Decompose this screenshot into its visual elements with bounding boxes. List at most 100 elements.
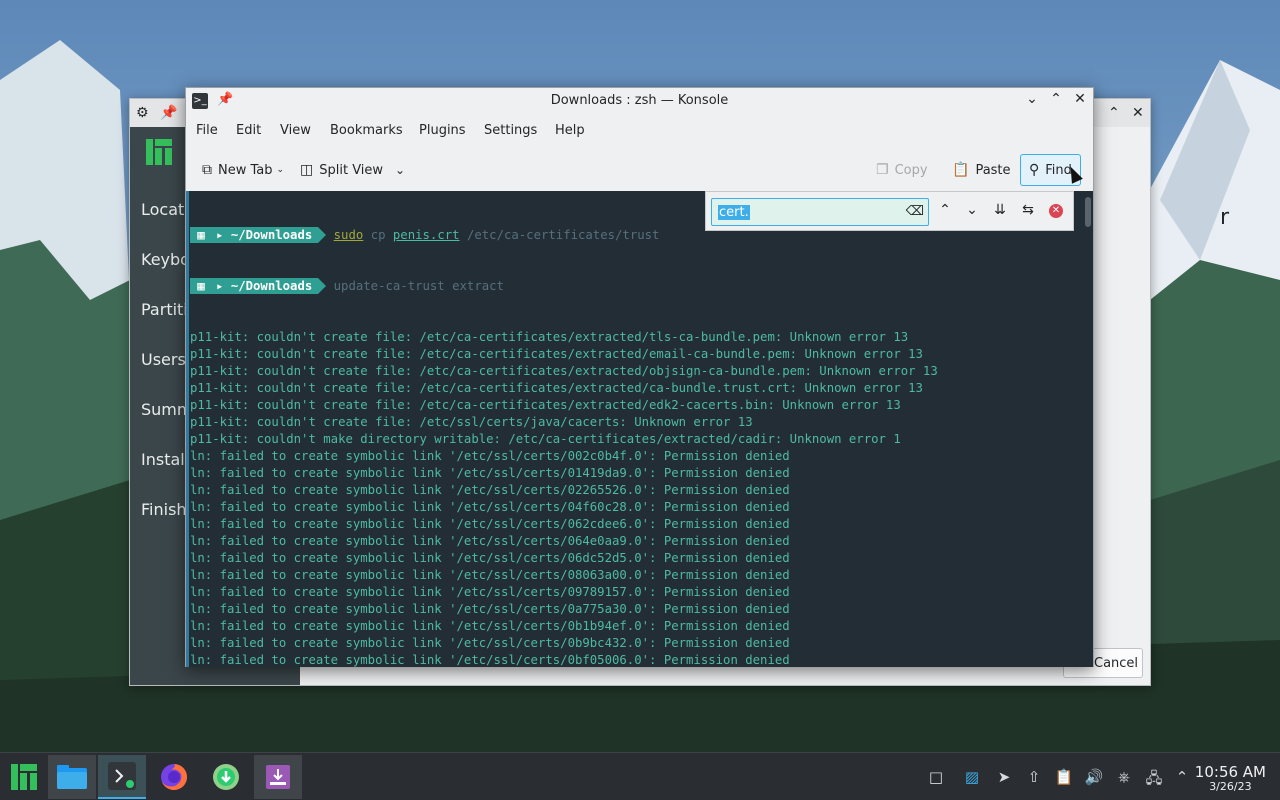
chevron-down-icon: ⌄ (395, 163, 406, 177)
terminal-output-line: ln: failed to create symbolic link '/etc… (190, 449, 790, 463)
close-find-icon[interactable]: ✕ (1049, 204, 1063, 218)
task-file-manager[interactable] (48, 755, 96, 799)
terminal-output-line: ln: failed to create symbolic link '/etc… (190, 517, 790, 531)
close-icon[interactable]: ✕ (1071, 91, 1089, 107)
terminal-output-line: ln: failed to create symbolic link '/etc… (190, 500, 790, 514)
maximize-icon[interactable]: ⌃ (1108, 105, 1120, 121)
folder-icon (57, 765, 87, 789)
terminal-output-line: p11-kit: couldn't make directory writabl… (190, 432, 901, 446)
split-view-button[interactable]: ◫ Split View ⌄ (294, 154, 411, 186)
prompt-line: ▦ ▸ ~/Downloads update-ca-trust extract (190, 278, 938, 295)
firefox-icon (161, 764, 187, 790)
clipboard-icon[interactable]: 📋 (1054, 768, 1074, 786)
task-konsole[interactable] (98, 755, 146, 799)
task-installer[interactable] (254, 755, 302, 799)
new-tab-button[interactable]: ⧉ New Tab ⌄ (196, 154, 290, 186)
menu-help[interactable]: Help (555, 123, 585, 138)
terminal-output-line: p11-kit: couldn't create file: /etc/ca-c… (190, 381, 923, 395)
sidebar-item-partitions: Partiti (141, 300, 188, 319)
terminal-output-line: ln: failed to create symbolic link '/etc… (190, 619, 790, 633)
find-previous-icon[interactable]: ⌃ (935, 202, 955, 218)
konsole-titlebar: >_ 📌 Downloads : zsh — Konsole ⌄ ⌃ ✕ (186, 88, 1093, 114)
installer-app-icon: ⚙ (136, 105, 149, 121)
paste-label: Paste (975, 162, 1011, 178)
chevron-up-icon[interactable]: ⌃ (1172, 768, 1192, 786)
kde-connect-icon[interactable]: ➤ (994, 768, 1014, 786)
terminal-output-line: ln: failed to create symbolic link '/etc… (190, 653, 790, 667)
find-bar: cert. ⌫ ⌃ ⌄ ⇊ ⇆ ✕ (705, 191, 1074, 231)
terminal-output-line: p11-kit: couldn't create file: /etc/ca-c… (190, 364, 938, 378)
clock-date: 3/26/23 (1209, 780, 1252, 793)
konsole-window: >_ 📌 Downloads : zsh — Konsole ⌄ ⌃ ✕ Fil… (185, 87, 1094, 667)
updates-icon[interactable]: ⇧ (1024, 768, 1044, 786)
window-title: Downloads : zsh — Konsole (550, 93, 729, 108)
menu-view[interactable]: View (280, 123, 311, 138)
command-name: cp (370, 228, 386, 242)
prompt-arrow (318, 278, 327, 294)
menu-bookmarks[interactable]: Bookmarks (330, 123, 403, 138)
menu-settings[interactable]: Settings (484, 123, 537, 138)
find-next-icon[interactable]: ⌄ (962, 202, 982, 218)
command-dest-arg: /etc/ca-certificates/trust (466, 228, 660, 242)
terminal-output-line: p11-kit: couldn't create file: /etc/ca-c… (190, 398, 901, 412)
terminal-output: ▦ ▸ ~/Downloads sudo cp penis.crt /etc/ca… (190, 193, 938, 667)
find-input[interactable]: cert. ⌫ (711, 198, 929, 226)
search-icon: ⚲ (1029, 162, 1040, 178)
maximize-icon[interactable]: ⌃ (1047, 91, 1065, 107)
close-icon[interactable]: ✕ (1132, 105, 1144, 121)
terminal-output-line: ln: failed to create symbolic link '/etc… (190, 602, 790, 616)
installer-icon (266, 765, 290, 789)
split-view-icon: ◫ (300, 162, 314, 178)
toolbar: ⧉ New Tab ⌄ ◫ Split View ⌄ ❐ Copy 📋 Past… (186, 152, 1093, 188)
scrollbar-handle[interactable] (1085, 197, 1091, 227)
terminal-output-line: p11-kit: couldn't create file: /etc/ssl/… (190, 415, 753, 429)
sidebar-item-keyboard: Keybo (141, 250, 190, 269)
command-text: update-ca-trust extract (333, 279, 504, 293)
copy-icon: ❐ (876, 162, 889, 178)
digital-clock[interactable]: 10:56 AM 3/26/23 (1195, 763, 1266, 793)
manjaro-prompt-icon: ▦ (190, 227, 212, 243)
sidebar-item-finish: Finish (141, 500, 187, 519)
terminal-output-line: p11-kit: couldn't create file: /etc/ca-c… (190, 330, 909, 344)
sidebar-item-location: Locat (141, 200, 185, 219)
split-view-label: Split View (319, 162, 384, 178)
chevron-down-icon: ⌄ (276, 165, 285, 175)
pin-icon[interactable]: 📌 (160, 105, 177, 121)
show-desktop-icon[interactable]: □ (926, 768, 946, 786)
terminal-focus-indicator (186, 191, 189, 667)
manjaro-logo-icon (146, 139, 172, 165)
usb-device-icon[interactable]: ⎈ (1114, 768, 1134, 786)
prompt-directory: ▸ ~/Downloads (212, 278, 319, 294)
terminal-view[interactable]: ▦ ▸ ~/Downloads sudo cp penis.crt /etc/ca… (186, 191, 1093, 667)
terminal-output-line: ln: failed to create symbolic link '/etc… (190, 534, 790, 548)
prompt-directory: ▸ ~/Downloads (212, 227, 319, 243)
prompt-arrow (318, 227, 327, 243)
find-swap-icon[interactable]: ⇆ (1018, 202, 1038, 218)
command-file-arg: penis.crt (392, 228, 460, 242)
task-firefox[interactable] (150, 755, 198, 799)
network-icon[interactable]: 🖧 (1144, 768, 1164, 793)
installer-heading: r (1220, 205, 1230, 230)
application-launcher[interactable] (0, 755, 48, 799)
terminal-output-line: ln: failed to create symbolic link '/etc… (190, 551, 790, 565)
menu-edit[interactable]: Edit (236, 123, 261, 138)
menu-file[interactable]: File (196, 123, 218, 138)
task-software-updates[interactable] (202, 755, 250, 799)
find-options-icon[interactable]: ⇊ (990, 202, 1010, 218)
manjaro-logo-icon (11, 764, 37, 790)
manjaro-prompt-icon: ▦ (190, 278, 212, 294)
terminal-output-line: ln: failed to create symbolic link '/etc… (190, 466, 790, 480)
terminal-output-line: p11-kit: couldn't create file: /etc/ca-c… (190, 347, 923, 361)
copy-label: Copy (894, 162, 928, 178)
volume-icon[interactable]: 🔊 (1084, 768, 1104, 786)
new-tab-icon: ⧉ (202, 162, 212, 178)
paste-button[interactable]: 📋 Paste (946, 154, 1017, 186)
terminal-output-line: ln: failed to create symbolic link '/etc… (190, 636, 790, 650)
copy-button[interactable]: ❐ Copy (870, 154, 934, 186)
minimize-icon[interactable]: ⌄ (1023, 91, 1041, 107)
menu-plugins[interactable]: Plugins (419, 123, 466, 138)
clear-input-icon[interactable]: ⌫ (906, 204, 924, 219)
find-input-value: cert. (718, 205, 750, 220)
clipboard-app-icon[interactable]: ▨ (962, 768, 982, 786)
new-tab-label: New Tab (218, 162, 273, 178)
